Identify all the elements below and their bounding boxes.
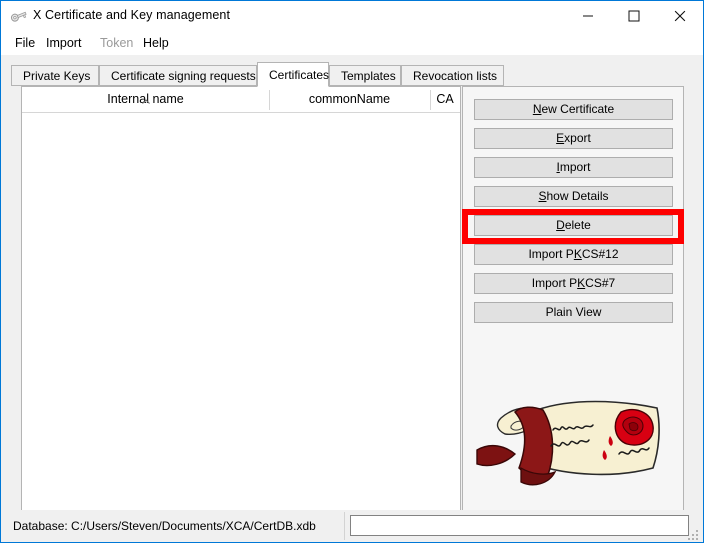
button-label: xport [564,131,591,145]
mnemonic: K [574,247,582,261]
close-icon [675,11,686,22]
window-title: X Certificate and Key management [33,8,230,22]
status-input[interactable] [350,515,689,536]
menu-file[interactable]: File [9,34,41,52]
import-button[interactable]: Import [474,157,673,178]
minimize-button[interactable] [565,1,611,31]
title-bar: X Certificate and Key management [1,1,703,31]
new-certificate-button[interactable]: New Certificate [474,99,673,120]
certificate-list-panel: Internal name commonName CA [21,86,461,543]
button-label: elete [565,218,591,232]
button-label-post: ew [586,305,601,319]
certificate-table-body[interactable] [22,113,460,520]
mnemonic: D [556,218,565,232]
tab-revocation-lists[interactable]: Revocation lists [401,65,504,86]
tab-certificates[interactable]: Certificates [257,62,329,87]
delete-button[interactable]: Delete [474,215,673,236]
maximize-icon [629,11,640,22]
import-pkcs7-button[interactable]: Import PKCS#7 [474,273,673,294]
tab-csr[interactable]: Certificate signing requests [99,65,257,86]
sort-ascending-icon [142,88,150,93]
action-buttons-panel: New Certificate Export Import Show Detai… [462,86,684,543]
tab-private-keys[interactable]: Private Keys [11,65,99,86]
client-area: Private Keys Certificate signing request… [3,55,701,510]
table-header-row: Internal name commonName CA [22,87,460,113]
mnemonic: K [577,276,585,290]
column-header-internal-name[interactable]: Internal name [22,87,269,112]
column-header-commonname[interactable]: commonName [269,87,430,112]
menu-help[interactable]: Help [137,34,175,52]
status-divider [344,512,345,540]
menu-token: Token [94,34,139,52]
export-button[interactable]: Export [474,128,673,149]
xca-main-window: X Certificate and Key management File Im… [0,0,704,543]
minimize-icon [583,11,594,22]
import-pkcs12-button[interactable]: Import PKCS#12 [474,244,673,265]
button-label: how Details [546,189,608,203]
button-label-post: CS#7 [585,276,615,290]
tab-templates[interactable]: Templates [329,65,401,86]
show-details-button[interactable]: Show Details [474,186,673,207]
button-label-pre: Plain Vi [546,305,586,319]
button-label-pre: Import P [532,276,577,290]
button-label: ew Certificate [541,102,614,116]
key-icon [10,8,28,24]
maximize-button[interactable] [611,1,657,31]
menu-bar: File Import Token Help [1,31,703,55]
column-header-ca[interactable]: CA [430,87,460,112]
button-label-post: CS#12 [582,247,619,261]
mnemonic: E [556,131,564,145]
button-label: mport [560,160,591,174]
status-bar: Database: C:/Users/Steven/Documents/XCA/… [3,510,701,542]
menu-import[interactable]: Import [40,34,87,52]
database-path-label: Database: C:/Users/Steven/Documents/XCA/… [13,519,316,533]
resize-grip-icon[interactable] [687,529,699,541]
xca-scroll-rose-logo [471,384,676,494]
plain-view-button[interactable]: Plain View [474,302,673,323]
close-button[interactable] [657,1,703,31]
button-label-pre: Import P [528,247,573,261]
